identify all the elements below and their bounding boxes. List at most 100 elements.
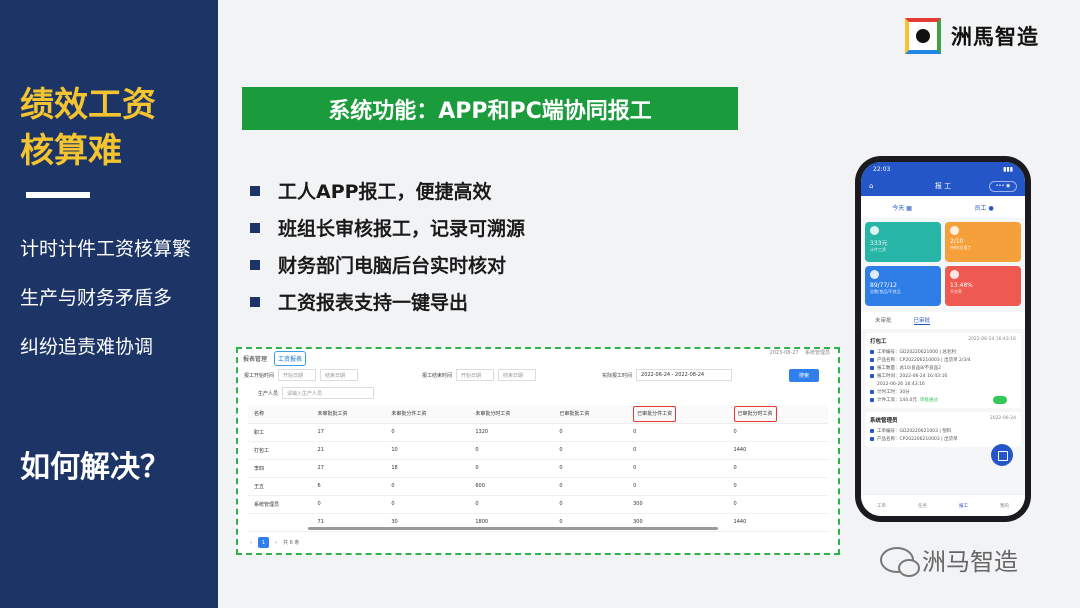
item-name: 系统管理员 [870,418,898,424]
pagination: ‹ 1 › 共 6 条 [250,537,299,548]
phone-nav-bar: ⌂ 报 工 ••• ◉ [861,176,1025,196]
nav-report[interactable]: 报工 [959,503,968,509]
left-title: 绩效工资 核算难 [20,82,210,174]
tab-report-manage[interactable]: 报表管理 [240,352,270,365]
stat-card[interactable]: 2/10 待审/总报工 [945,222,1021,262]
left-title-line2: 核算难 [20,131,122,171]
stat-label: 计件工资 [870,247,886,252]
phone-tabs: 未审批 已审批 [861,312,1025,329]
approve-toggle[interactable] [993,396,1007,404]
actual-date-range-input[interactable]: 2022-06-24 - 2022-08-24 [636,369,733,381]
item-line-text: 报工数量：总10/良品8/不良品2 [877,366,941,371]
report-date: 2023-08-27 [769,350,799,356]
report-screenshot: 报表管理 工资报表 2023-08-27 系统管理员 报工开始时间 开始日期 结… [236,347,840,555]
more-menu-icon[interactable]: ••• ◉ [989,180,1017,192]
stat-value: 89/77/12 [870,282,897,289]
stat-card[interactable]: 333元 计件工资 [865,222,941,262]
end-range-end-input[interactable]: 结束日期 [498,369,537,381]
search-button[interactable]: 搜索 [789,369,819,382]
left-title-line1: 绩效工资 [20,85,156,125]
list-item[interactable]: 打包工 2022-06-24 16:43:16 工单编号：GD2022062100… [865,333,1021,408]
table-cell: 0 [727,459,828,478]
table-row[interactable]: 系统管理员 0 0 0 0 300 0 [248,495,828,514]
filter-actual: 实际报工时间 2022-06-24 - 2022-08-24 [602,369,733,381]
filter-end-label: 报工结束时间 [422,372,453,379]
feature-text: 班组长审核报工，记录可溯源 [278,218,526,240]
col-unapproved-time: 未审批分时工资 [469,405,554,424]
filter-person: 生产人员 请输入生产人员 [258,387,375,399]
list-item[interactable]: 系统管理员 2022-06-24 工单编号：GD20220621003 | 刨料 … [865,412,1021,447]
item-line: 工单编号：GD20220621000 | 总毛利 [870,348,1016,356]
home-icon[interactable]: ⌂ [869,182,873,190]
phone-screen: 22:03 ▮▮▮ ⌂ 报 工 ••• ◉ 今天 ▦ 员工 ● 333元 计件工资… [861,162,1025,516]
table-cell: 1440 [727,441,828,460]
today-selector[interactable]: 今天 ▦ [892,203,912,212]
tab-wage-report[interactable]: 工资报表 [274,351,307,366]
table-cell: 王五 [248,477,312,496]
tab-unapproved[interactable]: 未审批 [875,316,892,325]
status-badge: 审批通过 [919,398,938,403]
table-row[interactable]: 职工 17 0 1320 0 0 0 [248,423,828,442]
staff-selector[interactable]: 员工 ● [975,203,994,212]
bullet-square-icon [250,185,260,196]
nav-workorder[interactable]: 工单 [877,503,886,509]
table-cell: 1320 [469,423,554,442]
table-row[interactable]: 打包工 21 10 0 0 0 1440 [248,441,828,460]
start-date-input[interactable]: 开始日期 [278,369,317,381]
order-icon [870,350,874,354]
product-icon [870,437,874,441]
item-line: 报工时间：2022-06-24 16:43:16 [870,372,1016,380]
table-cell: 0 [627,459,728,478]
table-cell: 17 [311,423,386,442]
item-line-text: 工单编号：GD20220621000 | 总毛利 [877,350,956,355]
table-cell: 0 [727,495,828,514]
table-cell: 0 [553,477,628,496]
report-user[interactable]: 系统管理员 [805,350,830,356]
filter-end: 报工结束时间 开始日期 结束日期 [422,369,537,381]
stat-card[interactable]: 13.48% 不良率 [945,266,1021,306]
logo-text: 洲馬智造 [951,25,1039,49]
stat-card[interactable]: 89/77/12 总数/良品/不良品 [865,266,941,306]
nav-mine[interactable]: 我的 [1000,503,1009,509]
feature-list: 工人APP报工，便捷高效 班组长审核报工，记录可溯源 财务部门电脑后台实时核对 … [250,172,525,320]
feature-text: 工人APP报工，便捷高效 [278,181,492,203]
table-cell: 0 [385,495,470,514]
table-cell: 27 [311,459,386,478]
feature-item: 工人APP报工，便捷高效 [250,172,525,209]
table-row[interactable]: 李四 27 18 0 0 0 0 [248,459,828,478]
stat-value: 333元 [870,240,888,247]
clock-icon [870,374,874,378]
page-number[interactable]: 1 [258,537,269,548]
horizontal-scrollbar[interactable] [308,527,718,530]
end-range-start-input[interactable]: 开始日期 [456,369,495,381]
item-line: 产品名称：CP202206210003 | 出货单 2/3/4 [870,356,1016,364]
next-page-icon[interactable]: › [275,540,277,546]
section-banner: 系统功能：APP和PC端协同报工 [242,87,738,130]
stat-label: 不良率 [950,289,962,294]
col-approved-batch: 已审批批工资 [553,405,628,424]
table-cell: 李四 [248,459,312,478]
bullet-square-icon [250,259,260,270]
left-bullet: 纠纷追责难协调 [20,336,154,358]
nav-task[interactable]: 任务 [918,503,927,509]
col-approved-time-label: 已审批分时工资 [733,406,777,423]
table-cell: 打包工 [248,441,312,460]
table-cell: 0 [385,423,470,442]
money-icon [870,226,879,235]
prev-page-icon[interactable]: ‹ [250,540,252,546]
left-bullet: 生产与财务矛盾多 [20,287,173,309]
table-row[interactable]: 王五 6 0 600 0 0 0 [248,477,828,496]
filter-actual-label: 实际报工时间 [602,372,633,379]
feature-text: 工资报表支持一键导出 [278,292,469,314]
item-line-text: 2022-06-26 16:43:16 [877,381,925,387]
end-date-input[interactable]: 结束日期 [320,369,359,381]
stat-label: 待审/总报工 [950,245,972,250]
person-input[interactable]: 请输入生产人员 [282,387,375,399]
timer-icon [870,390,874,394]
tab-approved[interactable]: 已审批 [913,316,931,325]
col-unapproved-batch: 未审批批工资 [311,405,386,424]
phone-time: 22:03 [873,165,891,173]
item-line-text: 产品名称：CP202206210003 | 出货单 [877,437,958,442]
table-cell: 6 [311,477,386,496]
scan-fab-button[interactable] [991,444,1013,466]
